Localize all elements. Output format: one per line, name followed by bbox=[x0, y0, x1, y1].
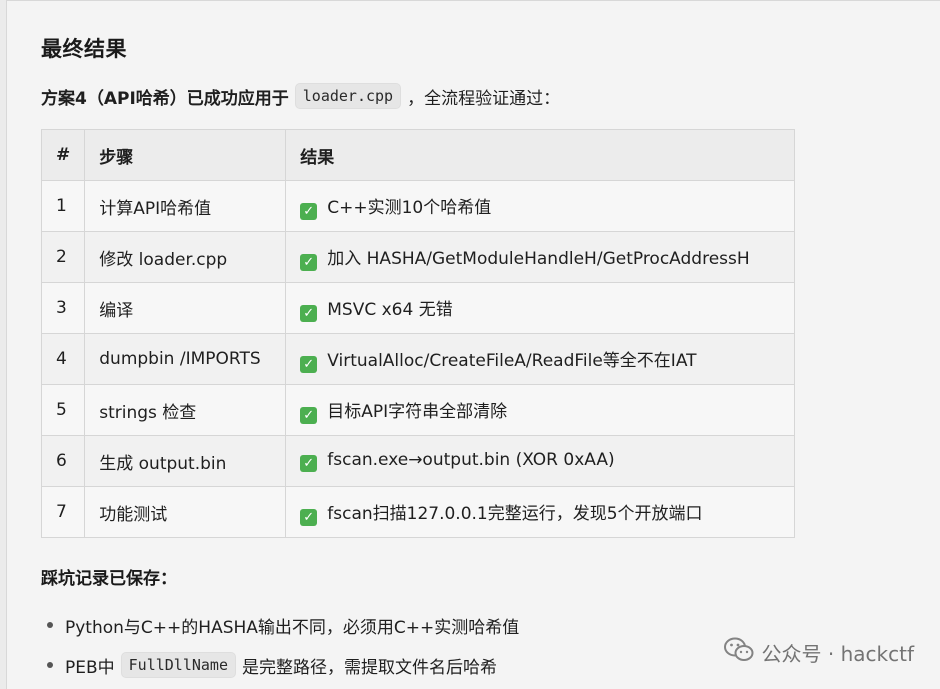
row-result-text: 加入 HASHA/GetModuleHandleH/GetProcAddress… bbox=[327, 248, 750, 269]
results-table: # 步骤 结果 1 计算API哈希值 ✓ C++实测10个哈希值 2 修改 loa… bbox=[40, 129, 796, 538]
table-header-row: # 步骤 结果 bbox=[40, 129, 796, 181]
table-row: 6 生成 output.bin ✓ fscan.exe→output.bin (X… bbox=[40, 435, 796, 487]
row-num: 4 bbox=[40, 333, 86, 385]
pitfall-prefix: PEB中 bbox=[65, 657, 115, 678]
row-num: 7 bbox=[40, 486, 86, 538]
row-num: 6 bbox=[40, 435, 86, 487]
row-result-text: fscan扫描127.0.0.1完整运行，发现5个开放端口 bbox=[327, 503, 703, 524]
check-box-icon: ✓ bbox=[300, 253, 318, 271]
bullet-icon bbox=[47, 662, 53, 668]
row-result: ✓ VirtualAlloc/CreateFileA/ReadFile等全不在IA… bbox=[285, 333, 796, 385]
watermark-text: 公众号 · hackctf bbox=[761, 642, 914, 666]
wechat-icon bbox=[723, 637, 754, 668]
content-panel: 最终结果 方案4（API哈希）已成功应用于 loader.cpp ，全流程验证通… bbox=[6, 0, 940, 689]
bullet-icon bbox=[47, 622, 53, 628]
row-result: ✓ C++实测10个哈希值 bbox=[285, 180, 796, 232]
check-box-icon: ✓ bbox=[300, 406, 318, 424]
table-row: 4 dumpbin /IMPORTS ✓ VirtualAlloc/CreateF… bbox=[40, 333, 796, 385]
intro-line: 方案4（API哈希）已成功应用于 loader.cpp ，全流程验证通过： bbox=[41, 83, 560, 109]
intro-bold: 方案4（API哈希）已成功应用于 bbox=[41, 88, 289, 109]
row-step: 编译 bbox=[84, 282, 287, 334]
row-step: 修改 loader.cpp bbox=[84, 231, 287, 283]
pitfalls-list: Python与C++的HASHA输出不同，必须用C++实测哈希值 PEB中 Fu… bbox=[41, 605, 519, 685]
row-step: 计算API哈希值 bbox=[84, 180, 287, 232]
header-result: 结果 bbox=[285, 129, 796, 181]
row-result: ✓ 加入 HASHA/GetModuleHandleH/GetProcAddres… bbox=[285, 231, 796, 283]
check-box-icon: ✓ bbox=[300, 455, 318, 472]
row-num: 1 bbox=[40, 180, 86, 232]
check-box-icon: ✓ bbox=[300, 202, 318, 220]
pitfalls-title: 踩坑记录已保存： bbox=[41, 569, 177, 589]
header-step: 步骤 bbox=[84, 129, 287, 181]
row-result-text: C++实测10个哈希值 bbox=[327, 197, 492, 218]
row-result: ✓ MSVC x64 无错 bbox=[285, 282, 796, 334]
header-num: # bbox=[40, 129, 86, 181]
check-box-icon: ✓ bbox=[300, 355, 318, 373]
watermark: 公众号 · hackctf bbox=[723, 637, 914, 668]
row-num: 3 bbox=[40, 282, 86, 334]
table-row: 5 strings 检查 ✓ 目标API字符串全部清除 bbox=[40, 384, 796, 436]
row-step: 生成 output.bin bbox=[84, 435, 287, 487]
row-result: ✓ 目标API字符串全部清除 bbox=[285, 384, 796, 436]
table-row: 3 编译 ✓ MSVC x64 无错 bbox=[40, 282, 796, 334]
row-step: 功能测试 bbox=[84, 486, 287, 538]
row-step: strings 检查 bbox=[84, 384, 287, 436]
row-result-text: fscan.exe→output.bin (XOR 0xAA) bbox=[327, 450, 615, 470]
table-row: 7 功能测试 ✓ fscan扫描127.0.0.1完整运行，发现5个开放端口 bbox=[40, 486, 796, 538]
check-box-icon: ✓ bbox=[300, 508, 318, 526]
row-result-text: 目标API字符串全部清除 bbox=[327, 401, 508, 422]
pitfall-text: Python与C++的HASHA输出不同，必须用C++实测哈希值 bbox=[65, 617, 520, 638]
intro-code: loader.cpp bbox=[294, 83, 402, 109]
list-item: Python与C++的HASHA输出不同，必须用C++实测哈希值 bbox=[41, 605, 519, 645]
row-result-text: VirtualAlloc/CreateFileA/ReadFile等全不在IAT bbox=[327, 350, 697, 371]
row-num: 2 bbox=[40, 231, 86, 283]
row-result-text: MSVC x64 无错 bbox=[327, 299, 453, 320]
pitfall-suffix: 是完整路径，需提取文件名后哈希 bbox=[242, 657, 497, 678]
table-row: 2 修改 loader.cpp ✓ 加入 HASHA/GetModuleHandl… bbox=[40, 231, 796, 283]
section-title: 最终结果 bbox=[41, 37, 127, 61]
table-row: 1 计算API哈希值 ✓ C++实测10个哈希值 bbox=[40, 180, 796, 232]
intro-rest: ，全流程验证通过： bbox=[407, 88, 561, 109]
check-box-icon: ✓ bbox=[300, 304, 318, 322]
row-result: ✓ fscan.exe→output.bin (XOR 0xAA) bbox=[285, 435, 796, 487]
row-result: ✓ fscan扫描127.0.0.1完整运行，发现5个开放端口 bbox=[285, 486, 796, 538]
pitfall-code: FullDllName bbox=[120, 652, 236, 678]
list-item: PEB中 FullDllName 是完整路径，需提取文件名后哈希 bbox=[41, 645, 519, 685]
row-num: 5 bbox=[40, 384, 86, 436]
row-step: dumpbin /IMPORTS bbox=[84, 333, 287, 385]
